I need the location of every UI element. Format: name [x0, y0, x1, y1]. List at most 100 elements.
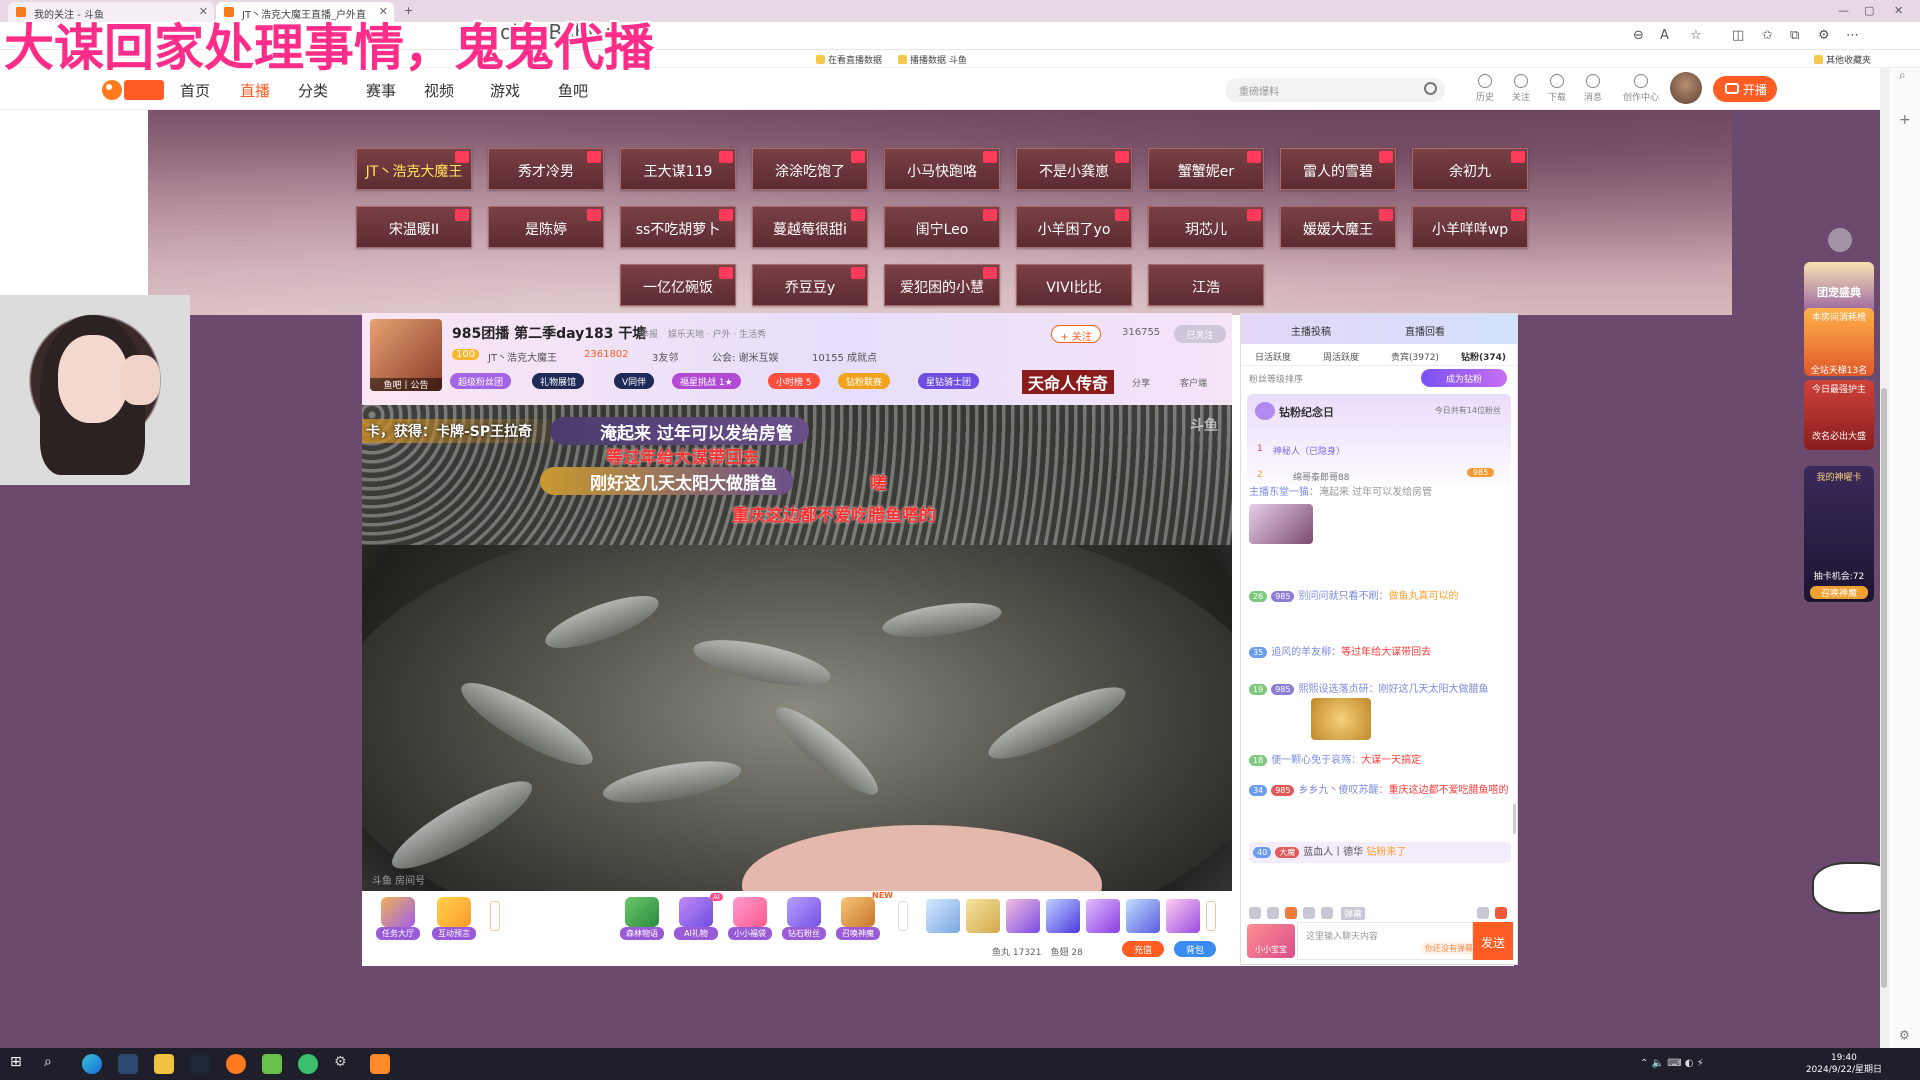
- app-icon[interactable]: [154, 1054, 174, 1074]
- streamer-button[interactable]: 小羊困了yo: [1016, 206, 1132, 248]
- search-input[interactable]: 重磅爆料: [1225, 78, 1445, 102]
- close-window-icon[interactable]: ✕: [1894, 4, 1903, 17]
- follow-button[interactable]: + 关注: [1051, 325, 1101, 343]
- chat-user[interactable]: 熙熙设选落贞研：: [1298, 684, 1378, 695]
- nav-live[interactable]: 直播: [240, 80, 270, 101]
- chat-scrollbar[interactable]: [1513, 804, 1516, 834]
- douyu-app-icon[interactable]: [226, 1054, 246, 1074]
- tab-vip[interactable]: 贵宾(3972): [1391, 350, 1439, 363]
- search-sidebar-icon[interactable]: ⌕: [1899, 68, 1906, 83]
- share-button[interactable]: 分享: [1132, 376, 1150, 389]
- streamer-button[interactable]: VIVI比比: [1016, 264, 1132, 306]
- gift-lucky-bag[interactable]: 小小福袋: [728, 897, 772, 940]
- gift-summon[interactable]: 召唤神魔: [836, 897, 880, 940]
- terminal-icon[interactable]: [118, 1054, 138, 1074]
- anchor-name[interactable]: JT丶浩克大魔王: [488, 349, 557, 364]
- streamer-button[interactable]: 蟹蟹妮er: [1148, 148, 1264, 190]
- replay-link[interactable]: 直播回看: [1405, 323, 1445, 338]
- app-icon[interactable]: [262, 1054, 282, 1074]
- tab-daily-active[interactable]: 日活跃度: [1255, 350, 1291, 363]
- color-icon[interactable]: [1321, 907, 1333, 919]
- anchor-post-link[interactable]: 主播投稿: [1291, 323, 1331, 338]
- streamer-button[interactable]: 蔓越莓很甜i: [752, 206, 868, 248]
- taskbar-search-icon[interactable]: ⌕: [44, 1054, 64, 1074]
- streamer-button[interactable]: 秀才冷男: [488, 148, 604, 190]
- fire-icon[interactable]: [1285, 907, 1297, 919]
- fan-sort-label[interactable]: 粉丝等级排序: [1249, 372, 1303, 385]
- client-button[interactable]: 客户端: [1180, 376, 1207, 389]
- nav-fishbar[interactable]: 鱼吧: [558, 80, 588, 101]
- streamer-button[interactable]: 雷人的雪碧: [1280, 148, 1396, 190]
- gift-item-icon[interactable]: [1166, 899, 1200, 933]
- zoom-icon[interactable]: ⊖: [1633, 28, 1644, 43]
- streamer-button[interactable]: 乔豆豆y: [752, 264, 868, 306]
- guardian-widget[interactable]: 今日最强护主 改名必出大盛: [1804, 380, 1874, 450]
- maximize-icon[interactable]: ▢: [1864, 4, 1874, 17]
- start-live-button[interactable]: 开播: [1713, 76, 1777, 102]
- gift-diamond-fan[interactable]: 钻石粉丝: [782, 897, 826, 940]
- rank-name[interactable]: 神秘人（已隐身）: [1273, 444, 1345, 457]
- clock[interactable]: 19:40 2024/9/22/星期日: [1806, 1052, 1882, 1076]
- more-icon[interactable]: ⋯: [1846, 28, 1859, 43]
- message-button[interactable]: 消息: [1578, 74, 1608, 103]
- download-button[interactable]: 下载: [1542, 74, 1572, 103]
- send-button[interactable]: 发送: [1473, 922, 1513, 960]
- user-avatar[interactable]: [1670, 72, 1702, 104]
- gift-item-icon[interactable]: [966, 899, 1000, 933]
- streamer-button[interactable]: 不是小龚崽: [1016, 148, 1132, 190]
- favorite-star-icon[interactable]: ☆: [1690, 28, 1702, 43]
- streamer-button[interactable]: 余初九: [1412, 148, 1528, 190]
- summon-button[interactable]: 召唤神魔: [1810, 586, 1868, 599]
- bookmark-item[interactable]: 播播数据 斗鱼: [898, 53, 967, 66]
- gift-gallery-pill[interactable]: 礼物展馆: [532, 373, 585, 389]
- page-scrollbar[interactable]: [1880, 68, 1888, 1048]
- my-fan-badge[interactable]: 小小宝宝: [1247, 924, 1295, 958]
- gift-forest[interactable]: 森林物语: [620, 897, 664, 940]
- union-name[interactable]: 公会: 谢米互娱: [712, 349, 779, 364]
- history-button[interactable]: 历史: [1470, 74, 1500, 103]
- steam-icon[interactable]: [190, 1054, 210, 1074]
- add-sidebar-icon[interactable]: +: [1899, 112, 1911, 128]
- streamer-button[interactable]: 一亿亿碗饭: [620, 264, 736, 306]
- streamer-button[interactable]: 涂涂吃饱了: [752, 148, 868, 190]
- streamer-button[interactable]: 玥芯儿: [1148, 206, 1264, 248]
- nav-events[interactable]: 赛事: [366, 80, 396, 101]
- nav-home[interactable]: 首页: [180, 80, 210, 101]
- nav-games[interactable]: 游戏: [490, 80, 520, 101]
- sidebar-settings-icon[interactable]: ⚙: [1899, 1028, 1910, 1042]
- task-hall-button[interactable]: 任务大厅: [376, 897, 420, 940]
- streamer-button[interactable]: 爱犯困的小慧: [884, 264, 1000, 306]
- search-icon[interactable]: [1424, 82, 1437, 95]
- chat-user[interactable]: 便一颗心免于哀殇：: [1271, 755, 1361, 766]
- promo-banner[interactable]: 天命人传奇: [1022, 370, 1115, 394]
- streamer-button[interactable]: 小马快跑咯: [884, 148, 1000, 190]
- megaphone-icon[interactable]: [1267, 907, 1279, 919]
- start-icon[interactable]: ⊞: [10, 1054, 30, 1074]
- gift-item-icon[interactable]: [1126, 899, 1160, 933]
- nav-category[interactable]: 分类: [298, 80, 328, 101]
- recharge-button[interactable]: 充值: [1122, 941, 1164, 957]
- minimize-icon[interactable]: —: [1838, 4, 1849, 17]
- backpack-button[interactable]: 背包: [1174, 941, 1216, 957]
- v-partner-pill[interactable]: V同伴: [614, 373, 655, 389]
- knight-pill[interactable]: 星钻骑士团: [918, 373, 980, 389]
- chat-user[interactable]: 追风的羊友柳：: [1271, 647, 1341, 658]
- become-diamond-fan-button[interactable]: 成为钻粉: [1421, 369, 1507, 387]
- nav-video[interactable]: 视频: [424, 80, 454, 101]
- gift-item-icon[interactable]: [1046, 899, 1080, 933]
- streamer-button[interactable]: 王大谋119: [620, 148, 736, 190]
- gift-scroll-left-icon[interactable]: [898, 901, 908, 931]
- streamer-button[interactable]: 江浩: [1148, 264, 1264, 306]
- red-packet-icon[interactable]: [1495, 907, 1507, 919]
- wechat-icon[interactable]: [298, 1054, 318, 1074]
- report-link[interactable]: 举报: [640, 327, 658, 340]
- streamer-button[interactable]: 是陈婷: [488, 206, 604, 248]
- collapse-icon[interactable]: [1828, 228, 1852, 252]
- followed-button[interactable]: 已关注: [1174, 325, 1226, 343]
- settings-icon[interactable]: ⚙: [334, 1054, 354, 1074]
- room-spend-rank[interactable]: 本房间消耗榜 全站天梯13名: [1804, 308, 1874, 376]
- gift-item-icon[interactable]: [1086, 899, 1120, 933]
- rank-name[interactable]: 绵哥泰郎哥88: [1293, 470, 1349, 483]
- friends-count[interactable]: 3友邻: [652, 349, 678, 364]
- chat-user[interactable]: 乡乡九丶傻叹苏醒：: [1298, 785, 1388, 796]
